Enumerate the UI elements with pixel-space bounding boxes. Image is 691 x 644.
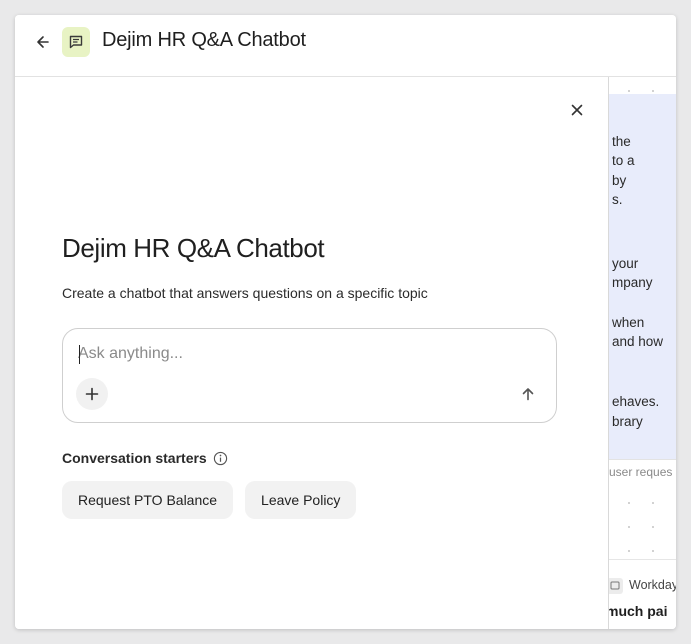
background-info-card: the to a by s. your mpany when and how e…	[609, 94, 676, 459]
canvas-dot-grid	[609, 77, 676, 94]
card-text-fragment: when	[612, 315, 645, 330]
user-request-fragment: user reques	[609, 465, 673, 479]
app-title: Dejim HR Q&A Chatbot	[102, 29, 306, 51]
dialog-title: Dejim HR Q&A Chatbot	[62, 233, 325, 263]
divider	[609, 459, 676, 460]
starter-chips: Request PTO Balance Leave Policy	[62, 481, 357, 519]
conversation-starters-label: Conversation starters	[62, 450, 207, 466]
text-cursor	[79, 345, 80, 364]
card-text-fragment: by	[612, 173, 627, 188]
app-header: Dejim HR Q&A Chatbot	[15, 15, 676, 77]
card-text-fragment: brary	[612, 414, 643, 429]
close-button[interactable]	[566, 99, 588, 121]
app-window: Dejim HR Q&A Chatbot Dejim HR Q&A Chatbo…	[15, 15, 676, 629]
plus-icon	[85, 387, 99, 401]
dialog-subtitle: Create a chatbot that answers questions …	[62, 285, 428, 301]
create-chatbot-dialog: Dejim HR Q&A Chatbot Create a chatbot th…	[15, 77, 608, 629]
add-attachment-button[interactable]	[76, 378, 108, 410]
ask-input[interactable]	[78, 343, 538, 365]
card-text-fragment: to a	[612, 153, 635, 168]
composer	[62, 328, 557, 423]
card-text-fragment: the	[612, 134, 631, 149]
workday-label: Workday	[629, 578, 676, 592]
starter-chip-leave-policy[interactable]: Leave Policy	[245, 481, 357, 519]
back-button[interactable]	[32, 31, 54, 53]
info-icon[interactable]	[212, 450, 228, 466]
card-text-fragment: s.	[612, 192, 623, 207]
send-button[interactable]	[515, 381, 541, 407]
arrow-left-icon	[37, 36, 49, 48]
card-text-fragment: your	[612, 256, 639, 271]
card-text-fragment: ehaves.	[612, 394, 660, 409]
chat-bubble-icon	[62, 27, 90, 57]
workday-node-card: Workday much pai	[609, 559, 676, 629]
starter-chip-pto-balance[interactable]: Request PTO Balance	[62, 481, 234, 519]
card-text-fragment: and how	[612, 334, 664, 349]
workday-text: much pai	[608, 603, 668, 619]
card-text-fragment: mpany	[612, 275, 653, 290]
workday-icon	[609, 578, 623, 594]
arrow-up-icon	[522, 388, 534, 401]
close-icon	[571, 104, 583, 116]
background-canvas-panel: the to a by s. your mpany when and how e…	[608, 77, 676, 629]
canvas-dot-grid	[609, 487, 676, 562]
